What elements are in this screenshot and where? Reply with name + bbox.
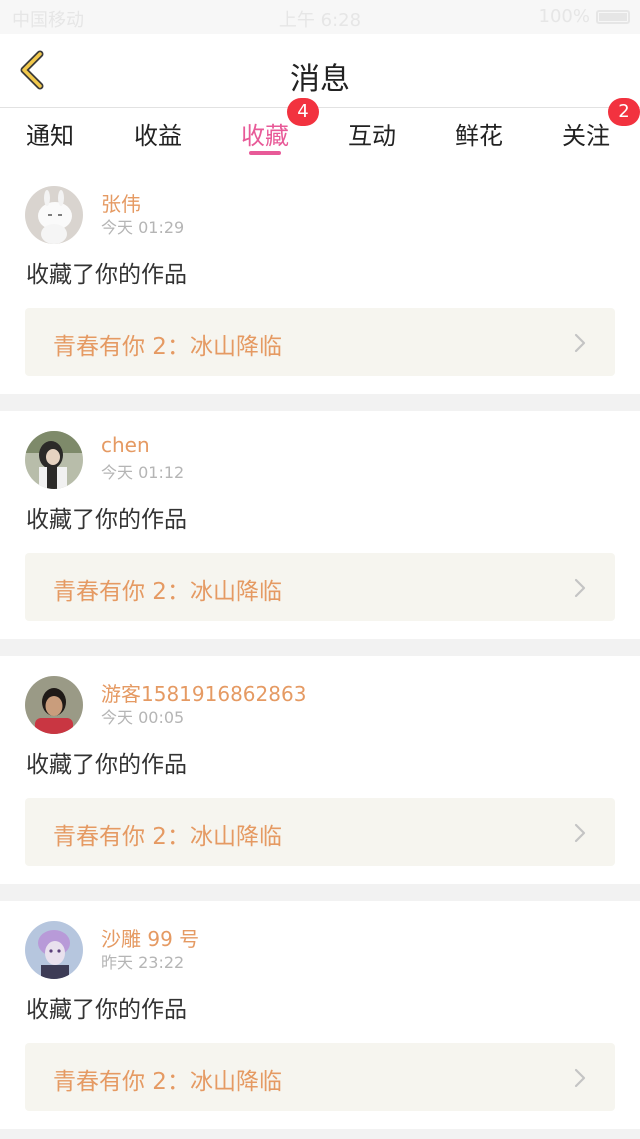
avatar-image [25,676,83,734]
chevron-right-icon [574,823,586,843]
avatar-image [25,921,83,979]
avatar-image [25,431,83,489]
work-title: 青春有你 2：冰山降临 [53,334,282,360]
tab-label: 鲜花 [455,122,503,150]
page-title: 消息 [290,62,350,97]
work-title: 青春有你 2：冰山降临 [53,824,282,850]
tab-label: 收益 [134,122,182,150]
avatar-image [25,186,83,244]
action-text: 收藏了你的作品 [26,507,187,533]
action-text: 收藏了你的作品 [26,997,187,1023]
work-link[interactable]: 青春有你 2：冰山降临 [25,553,615,621]
list-item: 游客1581916862863 今天 00:05 收藏了你的作品 青春有你 2：… [0,656,640,884]
status-bar: 中国移动 上午 6:28 100% [0,0,640,34]
list-item: chen 今天 01:12 收藏了你的作品 青春有你 2：冰山降临 [0,411,640,639]
follow-badge: 2 [608,98,640,126]
chevron-right-icon [574,1068,586,1088]
list-item: 沙雕 99 号 昨天 23:22 收藏了你的作品 青春有你 2：冰山降临 [0,901,640,1129]
work-link[interactable]: 青春有你 2：冰山降临 [25,798,615,866]
avatar[interactable] [25,921,83,979]
active-tab-underline [249,151,281,155]
work-title: 青春有你 2：冰山降临 [53,579,282,605]
timestamp: 昨天 23:22 [101,953,185,972]
tab-label: 关注 [562,122,610,150]
tab-follow[interactable]: 关注 2 [562,98,640,166]
user-name[interactable]: 沙雕 99 号 [101,923,199,952]
tab-label: 通知 [26,122,74,150]
action-text: 收藏了你的作品 [26,752,187,778]
timestamp: 今天 01:12 [101,463,185,482]
user-name[interactable]: chen [101,433,150,457]
work-link[interactable]: 青春有你 2：冰山降临 [25,1043,615,1111]
tab-flowers[interactable]: 鲜花 [455,108,503,166]
work-title: 青春有你 2：冰山降临 [53,1069,282,1095]
chevron-right-icon [574,333,586,353]
chevron-right-icon [574,578,586,598]
list-item: 张伟 今天 01:29 收藏了你的作品 青春有你 2：冰山降临 [0,166,640,394]
user-name[interactable]: 游客1581916862863 [101,678,306,707]
tab-favorites[interactable]: 收藏 4 [241,98,319,166]
tab-bar: 通知 收益 收藏 4 互动 鲜花 关注 2 [0,98,640,166]
tab-label: 互动 [348,122,396,150]
nav-bar: 消息 [0,34,640,108]
avatar[interactable] [25,186,83,244]
tab-label: 收藏 [241,122,289,150]
tab-income[interactable]: 收益 [134,108,182,166]
avatar[interactable] [25,676,83,734]
user-name[interactable]: 张伟 [101,188,141,217]
timestamp: 今天 01:29 [101,218,185,237]
battery-icon [596,9,630,24]
timestamp: 今天 00:05 [101,708,185,727]
battery-indicator: 100% [539,6,630,27]
tab-notice[interactable]: 通知 [26,108,74,166]
tab-interaction[interactable]: 互动 [348,108,396,166]
favorites-badge: 4 [287,98,319,126]
work-link[interactable]: 青春有你 2：冰山降临 [25,308,615,376]
avatar[interactable] [25,431,83,489]
battery-percent: 100% [538,6,590,27]
action-text: 收藏了你的作品 [26,262,187,288]
